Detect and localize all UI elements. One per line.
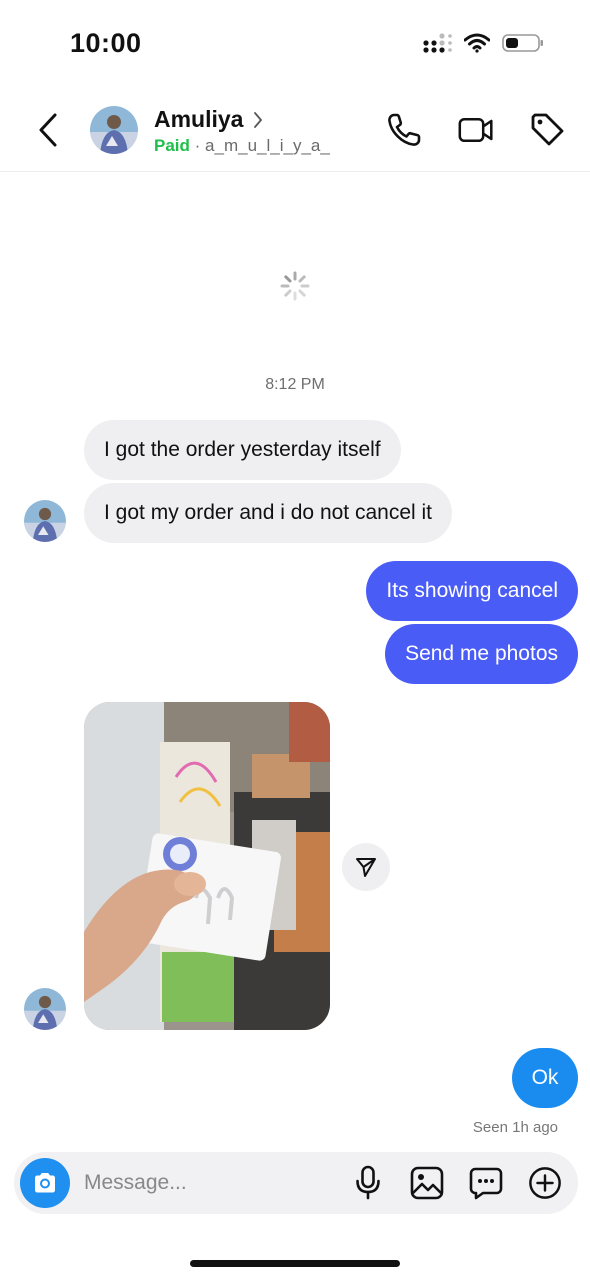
paid-label: Paid [154,136,190,155]
header-actions [386,110,566,150]
contact-username: a_m_u_l_i_y_a_ [205,136,330,155]
sticker-chat-icon [469,1167,503,1200]
back-button[interactable] [30,110,66,150]
camera-icon [35,1173,55,1193]
contact-name-link[interactable]: Amuliya [154,106,263,133]
chevron-right-icon [254,111,263,128]
composer-actions [351,1165,562,1201]
outgoing-message[interactable]: Ok [512,1048,578,1108]
wifi-icon [464,33,490,53]
sender-avatar[interactable] [24,500,66,542]
voice-call-button[interactable] [386,110,422,150]
video-camera-icon [458,117,493,143]
sticker-button[interactable] [469,1165,503,1201]
message-composer [14,1152,578,1214]
status-bar: 10:00 [0,0,590,90]
incoming-message[interactable]: I got my order and i do not cancel it [84,483,453,543]
microphone-icon [356,1165,380,1200]
seen-status: Seen 1h ago [472,1119,558,1136]
status-icons [422,32,544,54]
tag-icon [531,113,564,146]
message-timestamp: 8:12 PM [265,376,325,393]
photo-message[interactable] [84,702,330,1030]
gallery-icon [410,1166,444,1200]
chat-header: Amuliya Paid · a_m_u_l_i_y_a_ [0,92,590,172]
separator-dot: · [194,136,201,155]
cellular-signal-icon [423,33,452,53]
photo-image [84,702,330,1030]
home-indicator [190,1260,400,1267]
camera-button[interactable] [20,1158,70,1208]
share-photo-button[interactable] [342,843,390,891]
voice-message-button[interactable] [351,1165,385,1201]
sender-avatar[interactable] [24,988,66,1030]
video-call-button[interactable] [458,110,494,150]
battery-icon [502,34,543,52]
message-input[interactable] [84,1164,324,1202]
outgoing-message[interactable]: Its showing cancel [366,561,578,621]
plus-circle-icon [529,1167,561,1199]
status-time: 10:00 [70,28,142,58]
contact-avatar[interactable] [90,106,138,154]
loading-spinner-icon [280,271,310,301]
incoming-message[interactable]: I got the order yesterday itself [84,420,401,480]
back-chevron-icon [39,113,57,147]
share-send-icon [356,858,376,877]
gallery-button[interactable] [410,1165,444,1201]
contact-subtitle: Paid · a_m_u_l_i_y_a_ [154,136,330,156]
phone-icon [388,113,421,146]
more-options-button[interactable] [528,1165,562,1201]
outgoing-message[interactable]: Send me photos [385,624,578,684]
contact-name: Amuliya [154,106,244,132]
tag-button[interactable] [530,110,566,150]
